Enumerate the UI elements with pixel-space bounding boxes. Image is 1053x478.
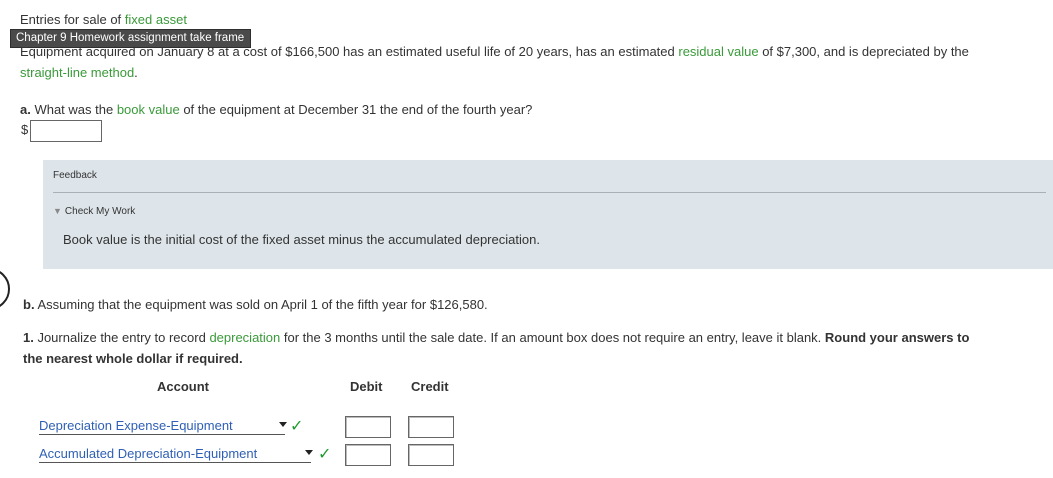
question-a: a. What was the book value of the equipm… bbox=[20, 99, 532, 120]
question-b: b. Assuming that the equipment was sold … bbox=[23, 294, 488, 315]
question-b-label: b. bbox=[23, 297, 35, 312]
account-select-row-2[interactable]: Accumulated Depreciation-Equipment bbox=[39, 446, 313, 463]
book-value-link[interactable]: book value bbox=[117, 102, 180, 117]
check-my-work-toggle[interactable]: ▼ Check My Work bbox=[53, 206, 135, 217]
feedback-text: Book value is the initial cost of the fi… bbox=[63, 232, 540, 247]
expand-triangle-icon: ▼ bbox=[53, 206, 62, 216]
check-my-work-label: Check My Work bbox=[64, 206, 136, 217]
feedback-panel bbox=[43, 160, 1053, 269]
account-select-row-1[interactable]: Depreciation Expense-Equipment bbox=[39, 418, 287, 435]
residual-value-link[interactable]: residual value bbox=[678, 44, 758, 59]
book-value-input[interactable] bbox=[30, 120, 102, 142]
intro-text-1: Equipment acquired on January 8 at a cos… bbox=[20, 44, 679, 59]
instruction-1-bold-a: Round your answers to bbox=[824, 330, 970, 345]
account-select-value: Accumulated Depreciation-Equipment bbox=[39, 446, 258, 461]
chevron-down-icon bbox=[279, 422, 287, 427]
credit-input-row-2[interactable] bbox=[408, 444, 454, 466]
page-title: Entries for sale of fixed asset bbox=[20, 12, 187, 27]
instruction-1: 1. Journalize the entry to record deprec… bbox=[23, 327, 1048, 369]
feedback-divider bbox=[53, 192, 1046, 193]
fixed-asset-link[interactable]: fixed asset bbox=[125, 12, 187, 27]
debit-input-row-2[interactable] bbox=[345, 444, 391, 466]
instruction-1-label: 1. bbox=[23, 330, 34, 345]
account-column-header: Account bbox=[157, 379, 209, 394]
question-a-text-2: of the equipment at December 31 the end … bbox=[179, 102, 533, 117]
question-b-text: Assuming that the equipment was sold on … bbox=[34, 297, 488, 312]
credit-input-row-1[interactable] bbox=[408, 416, 454, 438]
intro-text-2: of $7,300, and is depreciated by the bbox=[758, 44, 969, 59]
intro-text-3: . bbox=[134, 65, 138, 80]
question-a-text-1: What was the bbox=[30, 102, 117, 117]
intro-paragraph: Equipment acquired on January 8 at a cos… bbox=[20, 41, 1040, 83]
straight-line-method-link[interactable]: straight-line method bbox=[20, 65, 134, 80]
chevron-down-icon bbox=[305, 450, 313, 455]
question-a-label: a. bbox=[20, 102, 31, 117]
side-marker-circle bbox=[0, 268, 10, 310]
account-select-value: Depreciation Expense-Equipment bbox=[39, 418, 233, 433]
instruction-1-text-1: Journalize the entry to record bbox=[33, 330, 210, 345]
check-icon: ✓ bbox=[318, 446, 332, 463]
currency-symbol: $ bbox=[21, 122, 29, 137]
check-icon: ✓ bbox=[290, 418, 304, 435]
title-prefix: Entries for sale of bbox=[20, 12, 125, 27]
depreciation-link[interactable]: depreciation bbox=[209, 330, 280, 345]
instruction-1-text-2: for the 3 months until the sale date. If… bbox=[280, 330, 825, 345]
credit-column-header: Credit bbox=[411, 379, 449, 394]
feedback-title: Feedback bbox=[53, 170, 97, 181]
instruction-1-bold-b: the nearest whole dollar if required. bbox=[23, 351, 243, 366]
debit-column-header: Debit bbox=[350, 379, 383, 394]
debit-input-row-1[interactable] bbox=[345, 416, 391, 438]
